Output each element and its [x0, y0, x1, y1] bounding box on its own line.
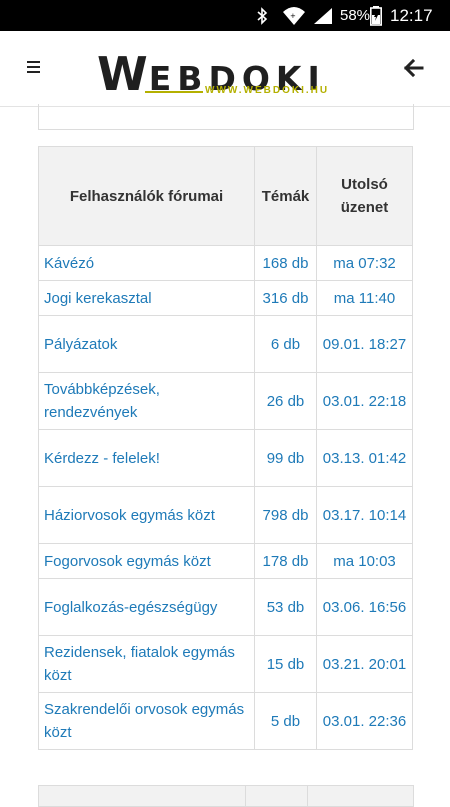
last-message-time[interactable]: 09.01. 18:27	[316, 315, 413, 373]
table-row[interactable]: Rezidensek, fiatalok egymás közt 15 db 03.…	[38, 635, 413, 693]
table-row[interactable]: Foglalkozás-egészségügy 53 db 03.06. 16:56	[38, 578, 413, 636]
topic-count: 6 db	[254, 315, 317, 373]
last-message-time[interactable]: ma 11:40	[316, 280, 413, 316]
logo-url: WWW.WEBDOKI.HU	[205, 85, 330, 96]
app-header: WEBDOKI WWW.WEBDOKI.HU	[0, 31, 450, 107]
table-row[interactable]: Háziorvosok egymás közt 798 db 03.17. 10:1…	[38, 486, 413, 544]
table-header-row: Felhasználók fórumai Témák Utolsó üzenet	[38, 146, 413, 246]
table-row[interactable]: Kérdezz - felelek! 99 db 03.13. 01:42	[38, 429, 413, 487]
last-message-time[interactable]: 03.01. 22:18	[316, 372, 413, 430]
table-row[interactable]: Pályázatok 6 db 09.01. 18:27	[38, 315, 413, 373]
topic-count: 316 db	[254, 280, 317, 316]
topic-count: 798 db	[254, 486, 317, 544]
forum-name-link[interactable]: Foglalkozás-egészségügy	[38, 578, 255, 636]
forum-name-link[interactable]: Pályázatok	[38, 315, 255, 373]
forum-name-link[interactable]: Rezidensek, fiatalok egymás közt	[38, 635, 255, 693]
battery-icon	[370, 6, 382, 26]
status-bar: + 58% 12:17	[0, 0, 450, 31]
battery-percent: 58%	[340, 7, 371, 24]
topic-count: 26 db	[254, 372, 317, 430]
topic-count: 15 db	[254, 635, 317, 693]
bluetooth-icon	[257, 7, 268, 25]
topic-count: 5 db	[254, 692, 317, 750]
forum-name-link[interactable]: Kávézó	[38, 245, 255, 281]
logo-underline	[145, 91, 203, 93]
signal-icon	[314, 8, 332, 24]
last-message-time[interactable]: ma 07:32	[316, 245, 413, 281]
next-table-edge	[38, 785, 414, 807]
last-message-time[interactable]: 03.17. 10:14	[316, 486, 413, 544]
forum-name-link[interactable]: Kérdezz - felelek!	[38, 429, 255, 487]
last-message-time[interactable]: ma 10:03	[316, 543, 413, 579]
header-forums: Felhasználók fórumai	[38, 146, 255, 246]
forum-table: Felhasználók fórumai Témák Utolsó üzenet …	[38, 146, 413, 750]
last-message-time[interactable]: 03.01. 22:36	[316, 692, 413, 750]
menu-icon[interactable]	[24, 59, 44, 75]
table-row[interactable]: Fogorvosok egymás közt 178 db ma 10:03	[38, 543, 413, 579]
forum-name-link[interactable]: Szakrendelői orvosok egymás közt	[38, 692, 255, 750]
topic-count: 99 db	[254, 429, 317, 487]
forum-rows: Kávézó 168 db ma 07:32 Jogi kerekasztal 316 …	[38, 245, 413, 750]
previous-table-edge	[38, 104, 414, 130]
topic-count: 178 db	[254, 543, 317, 579]
forum-name-link[interactable]: Háziorvosok egymás közt	[38, 486, 255, 544]
forum-name-link[interactable]: Továbbképzések, rendezvények	[38, 372, 255, 430]
table-row[interactable]: Szakrendelői orvosok egymás közt 5 db 03.0…	[38, 692, 413, 750]
back-arrow-icon[interactable]	[398, 53, 428, 83]
clock: 12:17	[390, 6, 433, 25]
header-topics: Témák	[254, 146, 317, 246]
header-last-message: Utolsó üzenet	[316, 146, 413, 246]
topic-count: 168 db	[254, 245, 317, 281]
svg-text:+: +	[290, 12, 296, 20]
topic-count: 53 db	[254, 578, 317, 636]
table-row[interactable]: Továbbképzések, rendezvények 26 db 03.01. …	[38, 372, 413, 430]
wifi-icon: +	[283, 7, 305, 25]
forum-name-link[interactable]: Jogi kerekasztal	[38, 280, 255, 316]
last-message-time[interactable]: 03.21. 20:01	[316, 635, 413, 693]
last-message-time[interactable]: 03.13. 01:42	[316, 429, 413, 487]
webdoki-logo[interactable]: WEBDOKI WWW.WEBDOKI.HU	[97, 47, 357, 101]
forum-name-link[interactable]: Fogorvosok egymás közt	[38, 543, 255, 579]
table-row[interactable]: Kávézó 168 db ma 07:32	[38, 245, 413, 281]
table-row[interactable]: Jogi kerekasztal 316 db ma 11:40	[38, 280, 413, 316]
last-message-time[interactable]: 03.06. 16:56	[316, 578, 413, 636]
